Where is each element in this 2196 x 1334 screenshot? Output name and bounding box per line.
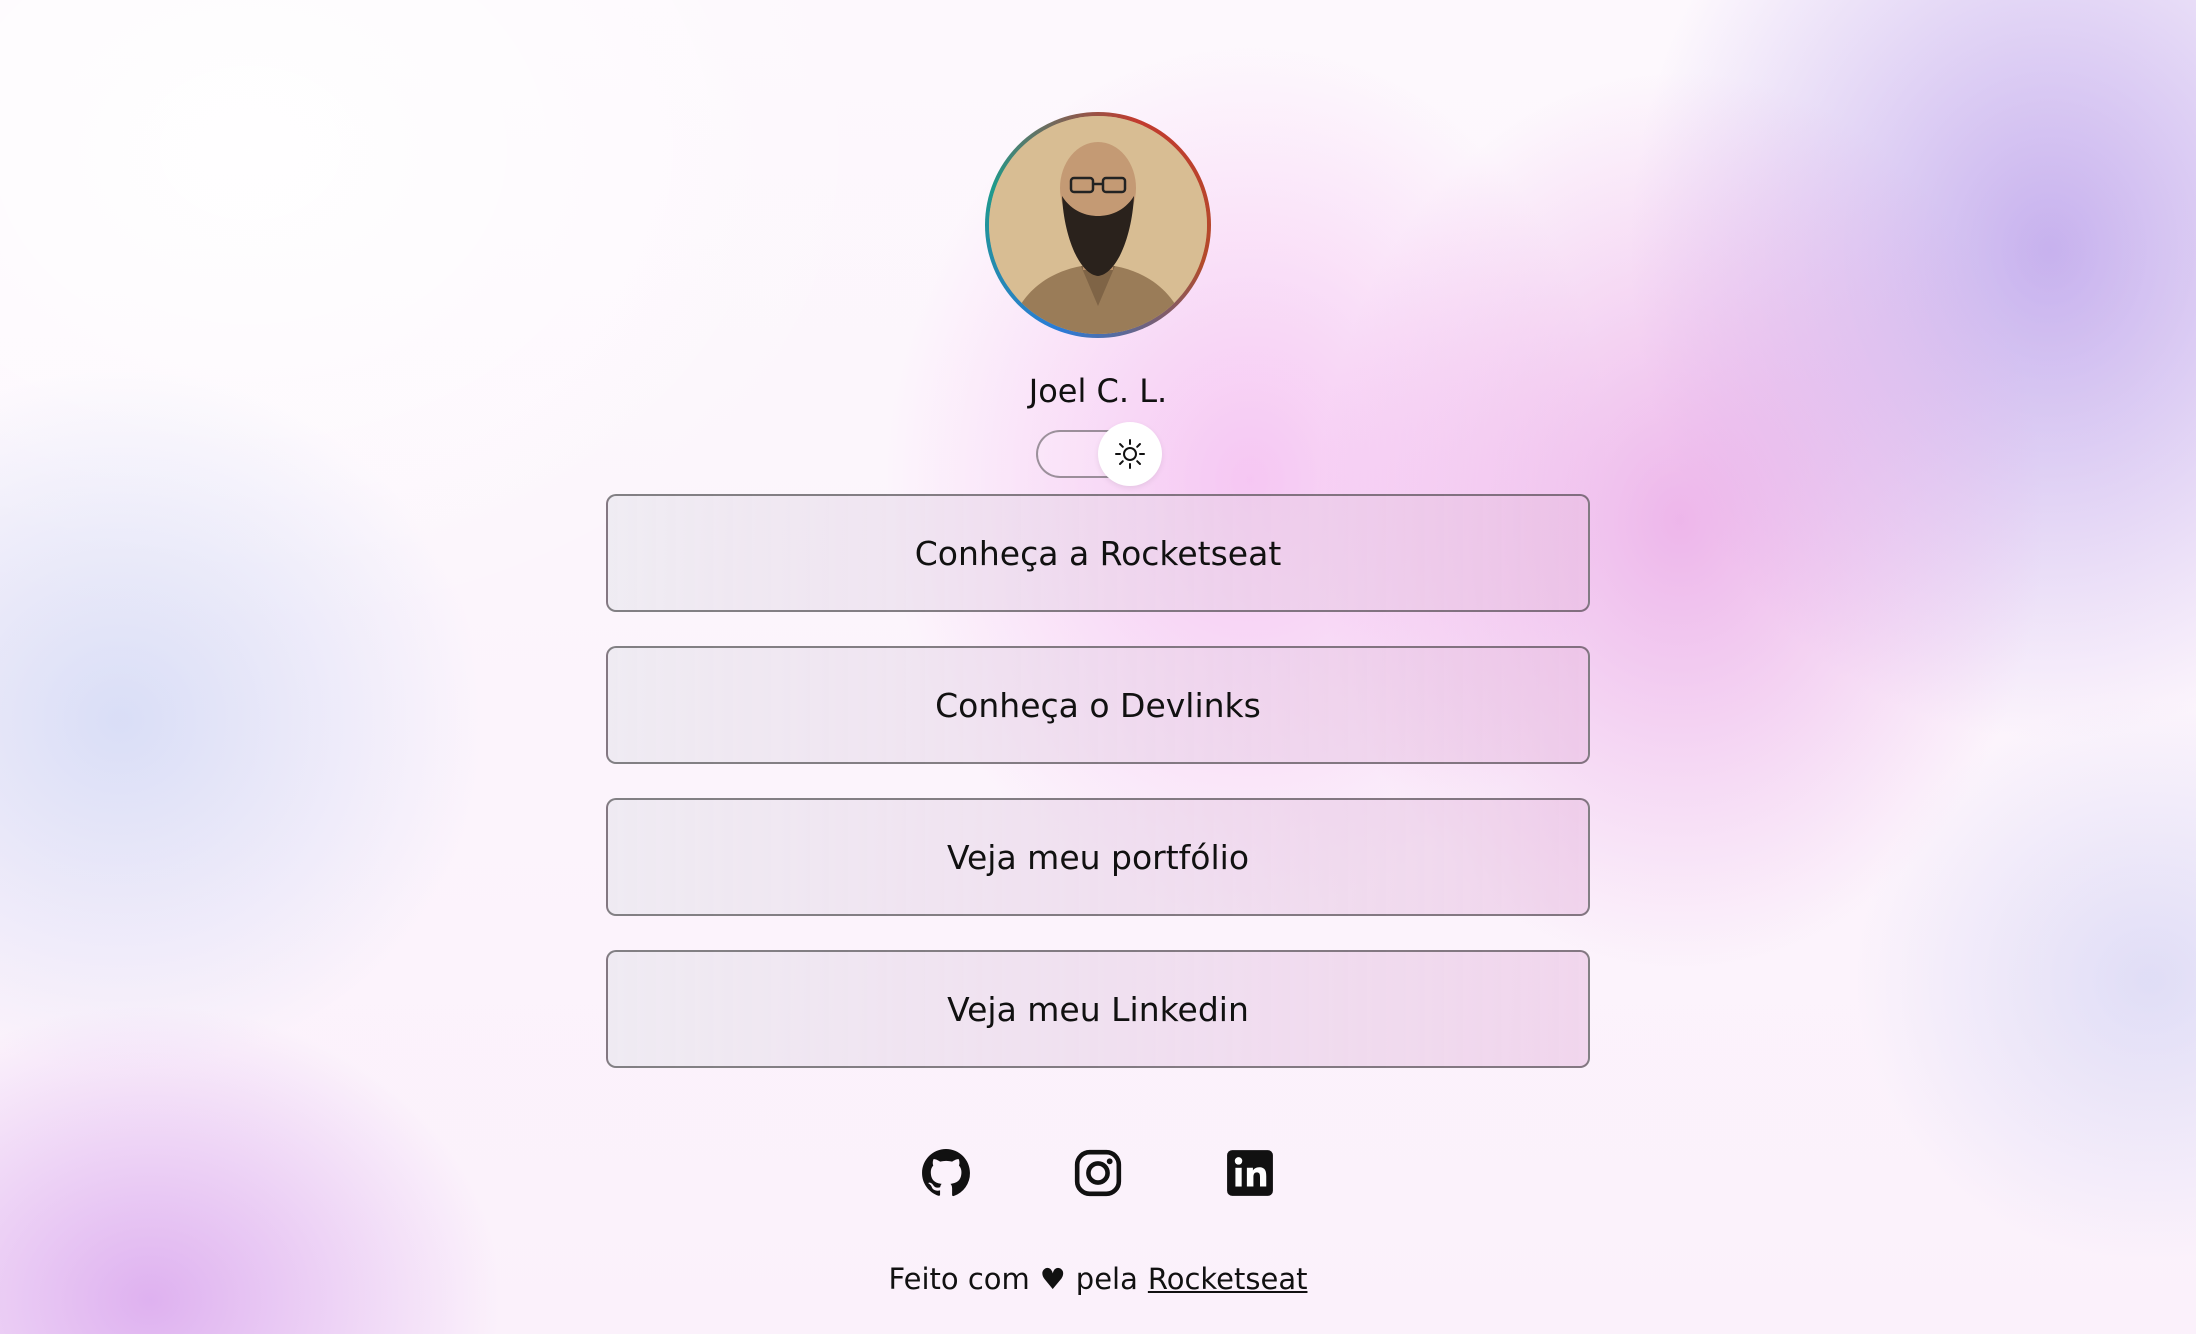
- link-linkedin-button[interactable]: Veja meu Linkedin: [606, 950, 1590, 1068]
- instagram-link[interactable]: [1073, 1148, 1123, 1198]
- footer: Feito com ♥ pela Rocketseat: [889, 1262, 1308, 1296]
- links-list: Conheça a Rocketseat Conheça o Devlinks …: [606, 494, 1590, 1102]
- heart-icon: ♥: [1039, 1262, 1066, 1296]
- github-link[interactable]: [921, 1148, 971, 1198]
- list-item: Conheça a Rocketseat: [606, 494, 1590, 612]
- avatar-ring: [985, 112, 1211, 338]
- link-portfolio-button[interactable]: Veja meu portfólio: [606, 798, 1590, 916]
- footer-prefix: Feito com: [888, 1262, 1030, 1296]
- list-item: Conheça o Devlinks: [606, 646, 1590, 764]
- list-item: Veja meu portfólio: [606, 798, 1590, 916]
- link-devlinks-button[interactable]: Conheça o Devlinks: [606, 646, 1590, 764]
- github-icon: [922, 1149, 970, 1197]
- profile-name: Joel C. L.: [1028, 372, 1168, 410]
- list-item: Veja meu Linkedin: [606, 950, 1590, 1068]
- linkedin-link[interactable]: [1225, 1148, 1275, 1198]
- footer-middle: pela: [1075, 1262, 1138, 1296]
- page-container: Joel C. L. Conheça a Rocketseat Conheça …: [606, 0, 1590, 1296]
- linkedin-icon: [1227, 1150, 1273, 1196]
- avatar-photo: [989, 116, 1207, 334]
- link-rocketseat-button[interactable]: Conheça a Rocketseat: [606, 494, 1590, 612]
- avatar: [989, 116, 1207, 334]
- instagram-icon: [1074, 1149, 1122, 1197]
- theme-switch[interactable]: [1036, 422, 1162, 486]
- sun-icon: [1115, 439, 1145, 469]
- footer-rocketseat-link[interactable]: Rocketseat: [1148, 1262, 1308, 1296]
- social-links: [921, 1148, 1275, 1198]
- switch-knob[interactable]: [1098, 422, 1162, 486]
